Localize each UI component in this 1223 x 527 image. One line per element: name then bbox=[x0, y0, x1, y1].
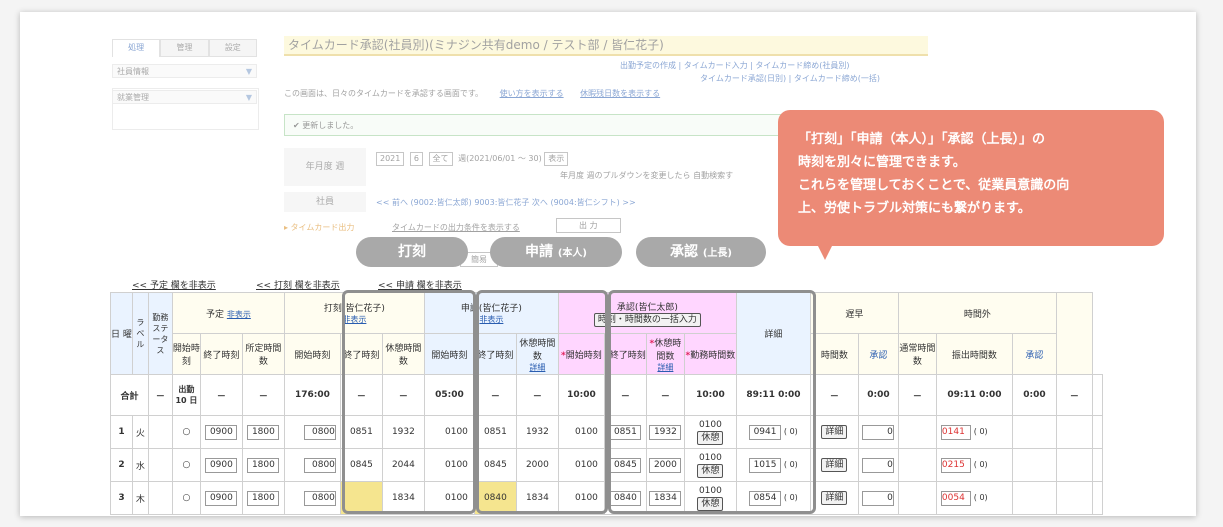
time-input[interactable]: 1834 bbox=[649, 490, 682, 506]
header-overtime: 時間外 bbox=[897, 292, 1057, 334]
detail-button[interactable]: 詳細 bbox=[821, 458, 848, 472]
tab-manage[interactable]: 管理 bbox=[160, 39, 209, 57]
header-detail: 詳細 bbox=[735, 292, 811, 375]
header-day: 日 曜 bbox=[110, 292, 133, 375]
late-input[interactable]: 0 bbox=[861, 457, 894, 473]
time-input[interactable]: 1800 bbox=[247, 490, 280, 506]
overtime-input[interactable]: 0215 bbox=[940, 457, 971, 473]
toggle-apply[interactable]: << 申請 欄を非表示 bbox=[378, 278, 462, 291]
header-approve: 承認(皆仁太郎) 時刻・時間数の一括入力 bbox=[557, 292, 737, 334]
output-button[interactable]: 出 力 bbox=[556, 218, 621, 233]
pill-apply: 申請 (本人) bbox=[490, 237, 622, 267]
time-input[interactable]: 1800 bbox=[247, 424, 280, 440]
late-input[interactable]: 0 bbox=[861, 490, 894, 506]
missing-punch bbox=[339, 481, 383, 515]
table-row: 3 木 ○ 0900 1800 0800 1834 0100 0840 1834 0100 0840 1… bbox=[110, 481, 1103, 515]
leave-link[interactable]: 休暇残日数を表示する bbox=[580, 89, 660, 98]
break-button[interactable]: 休憩 bbox=[697, 497, 724, 511]
table-row: 2 水 ○ 0900 1800 0800 0845 2044 0100 0845 2000 0100 0… bbox=[110, 448, 1103, 482]
header-punch: 打刻(皆仁花子) 非表示 bbox=[283, 292, 425, 334]
header-status: 勤務ステータス bbox=[147, 292, 173, 375]
week-select[interactable]: 全て bbox=[428, 152, 453, 166]
time-input[interactable]: 0900 bbox=[205, 490, 238, 506]
toggle-plan[interactable]: << 予定 欄を非表示 bbox=[132, 278, 216, 291]
sidebar-panel bbox=[112, 88, 259, 130]
time-input[interactable]: 0900 bbox=[205, 457, 238, 473]
howto-link[interactable]: 使い方を表示する bbox=[500, 89, 564, 98]
time-input[interactable]: 0851 bbox=[609, 424, 642, 440]
tab-process[interactable]: 処理 bbox=[112, 39, 161, 57]
employee-nav[interactable]: << 前へ (9002:皆仁太郎) 9003:皆仁花子 次へ (9004:皆仁シ… bbox=[376, 197, 636, 208]
sidebar-item-employee[interactable]: 社員情報 ▼ bbox=[112, 64, 257, 78]
apply-hide-link[interactable]: 非表示 bbox=[479, 315, 503, 324]
detail-button[interactable]: 詳細 bbox=[821, 425, 848, 439]
page-description: この画面は、日々のタイムカードを承認する画面です。 使い方を表示する 休暇残日数… bbox=[284, 89, 661, 98]
month-select[interactable]: 6 bbox=[409, 152, 423, 166]
year-select[interactable]: 2021 bbox=[376, 152, 405, 166]
header-label: ラベル bbox=[131, 292, 149, 375]
overtime-input[interactable]: 0141 bbox=[940, 424, 971, 440]
employee-label: 社員 bbox=[284, 192, 366, 212]
output-label: ▸ タイムカード出力 bbox=[284, 223, 355, 232]
bulk-input-button[interactable]: 時刻・時間数の一括入力 bbox=[593, 312, 701, 327]
header-plan: 予定 非表示 bbox=[171, 292, 285, 334]
pill-approve: 承認 (上長) bbox=[636, 237, 766, 267]
punch-hide-link[interactable]: 非表示 bbox=[342, 315, 366, 324]
table-row: 1 火 ○ 0900 1800 0800 0851 1932 0100 0851 1932 0100 0… bbox=[110, 415, 1103, 449]
app-frame: 処理 管理 設定 社員情報 ▼ 就業管理 ▼ タイムカード承認(社員別)(ミナジン共… bbox=[20, 12, 1196, 516]
time-input[interactable]: 0840 bbox=[609, 490, 642, 506]
plan-hide-link[interactable]: 非表示 bbox=[227, 310, 251, 319]
work-hours-input[interactable]: 0854 bbox=[749, 490, 782, 506]
work-hours-input[interactable]: 0941 bbox=[749, 424, 782, 440]
header-late: 遅早 bbox=[809, 292, 899, 334]
work-hours-input[interactable]: 1015 bbox=[749, 457, 782, 473]
late-input[interactable]: 0 bbox=[861, 424, 894, 440]
top-links-2[interactable]: タイムカード承認(日別) | タイムカード締め(一括) bbox=[700, 73, 880, 84]
time-input[interactable]: 0845 bbox=[609, 457, 642, 473]
toggle-punch[interactable]: << 打刻 欄を非表示 bbox=[256, 278, 340, 291]
period-label: 年月度 週 bbox=[284, 148, 366, 186]
detail-button[interactable]: 詳細 bbox=[821, 491, 848, 505]
summary-row: 合計 － 出勤 10 日 －－ 176:00 －－ 05:00 －－ 10:00 －－… bbox=[110, 374, 1103, 416]
break-button[interactable]: 休憩 bbox=[697, 431, 724, 445]
overtime-input[interactable]: 0054 bbox=[940, 490, 971, 506]
period-hint: 年月度 週のプルダウンを変更したら 自動検索す bbox=[560, 171, 734, 180]
pill-punch: 打刻 bbox=[356, 237, 468, 267]
time-input[interactable]: 1932 bbox=[649, 424, 682, 440]
timecard-table: 日 曜 ラベル 勤務ステータス 予定 非表示 打刻(皆仁花子) 非表示 申請(皆仁… bbox=[110, 292, 1103, 515]
output-conditions-link[interactable]: タイムカードの出力条件を表示する bbox=[392, 222, 520, 233]
header-apply: 申請(皆仁花子) 非表示 bbox=[423, 292, 559, 334]
tab-settings[interactable]: 設定 bbox=[208, 39, 257, 57]
show-button[interactable]: 表示 bbox=[544, 152, 569, 166]
break-button[interactable]: 休憩 bbox=[697, 464, 724, 478]
time-input[interactable]: 0900 bbox=[205, 424, 238, 440]
callout-bubble: 「打刻」「申請（本人）」「承認（上長）」の 時刻を別々に管理できます。 これらを… bbox=[778, 110, 1164, 260]
time-input[interactable]: 2000 bbox=[649, 457, 682, 473]
top-links-1[interactable]: 出勤予定の作成 | タイムカード入力 | タイムカード締め(社員別) bbox=[620, 60, 849, 71]
chevron-down-icon: ▼ bbox=[245, 67, 252, 76]
period-controls: 2021 6 全て 週(2021/06/01 ～ 30) 表示 bbox=[376, 152, 571, 166]
time-input[interactable]: 1800 bbox=[247, 457, 280, 473]
sidebar-tabs: 処理 管理 設定 bbox=[112, 39, 257, 57]
page-title: タイムカード承認(社員別)(ミナジン共有demo / テスト部 / 皆仁花子) bbox=[284, 36, 928, 56]
